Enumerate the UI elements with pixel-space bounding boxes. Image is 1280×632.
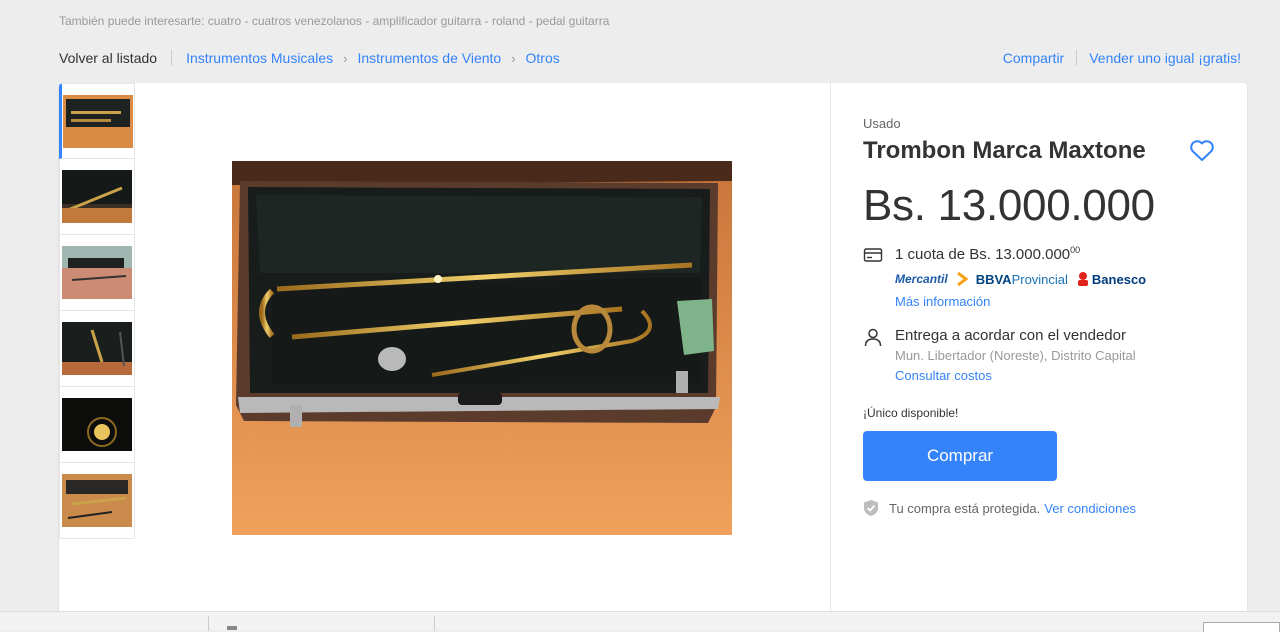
bar-indicator xyxy=(227,626,237,630)
back-to-listing-link[interactable]: Volver al listado xyxy=(59,50,157,66)
related-searches: También puede interesarte: cuatro - cuat… xyxy=(59,14,610,28)
shipping-costs-link[interactable]: Consultar costos xyxy=(895,368,992,383)
bbva-provincial-logo: BBVAProvincial xyxy=(975,271,1068,287)
buy-button[interactable]: Comprar xyxy=(863,431,1057,481)
more-info-link[interactable]: Más información xyxy=(895,294,990,309)
breadcrumb-item-instrumentos-musicales[interactable]: Instrumentos Musicales xyxy=(186,50,333,66)
stock-text: ¡Único disponible! xyxy=(863,406,959,420)
thumbnail-gallery xyxy=(59,83,135,539)
purchase-protection: Tu compra está protegida. Ver condicione… xyxy=(863,499,1136,517)
product-main-image[interactable] xyxy=(232,161,732,535)
thumbnail-image xyxy=(62,322,132,375)
bar-widget[interactable] xyxy=(1203,622,1280,632)
related-prefix: También puede interesarte: xyxy=(59,14,205,28)
related-item[interactable]: cuatro xyxy=(208,14,241,28)
condition-label: Usado xyxy=(863,116,901,131)
sell-similar-link[interactable]: Vender uno igual ¡gratis! xyxy=(1089,50,1241,66)
product-price: Bs. 13.000.000 xyxy=(863,181,1155,230)
view-conditions-link[interactable]: Ver condiciones xyxy=(1044,501,1136,516)
thumbnail-image xyxy=(62,170,132,223)
mercantil-arrow-icon xyxy=(956,272,968,286)
thumbnail-5[interactable] xyxy=(59,387,135,463)
thumbnail-image xyxy=(62,474,132,527)
credit-card-icon xyxy=(863,248,883,262)
thumbnail-1[interactable] xyxy=(59,83,135,159)
product-card: Usado Trombon Marca Maxtone Bs. 13.000.0… xyxy=(59,83,1247,623)
share-link[interactable]: Compartir xyxy=(1003,50,1064,66)
banesco-emblem-icon xyxy=(1077,272,1088,286)
person-icon xyxy=(864,328,882,347)
breadcrumb-item-otros[interactable]: Otros xyxy=(526,50,560,66)
related-item[interactable]: pedal guitarra xyxy=(536,14,609,28)
bar-divider xyxy=(208,616,209,631)
mercantil-logo: Mercantil xyxy=(895,272,948,286)
thumbnail-image xyxy=(62,398,132,451)
installments-text: 1 cuota de Bs. 13.000.00000 xyxy=(895,245,1081,263)
page-actions: Compartir Vender uno igual ¡gratis! xyxy=(1003,49,1241,67)
column-divider xyxy=(830,83,831,623)
actions-divider xyxy=(1076,50,1078,66)
breadcrumb: Volver al listado Instrumentos Musicales… xyxy=(59,49,560,67)
protection-text: Tu compra está protegida. xyxy=(889,500,1041,516)
chevron-right-icon: › xyxy=(511,50,516,66)
related-item[interactable]: amplificador guitarra xyxy=(373,14,482,28)
chevron-right-icon: › xyxy=(343,50,348,66)
related-item[interactable]: roland xyxy=(492,14,525,28)
delivery-row: Entrega a acordar con el vendedor xyxy=(863,327,1126,347)
browser-bottom-bar xyxy=(0,611,1280,632)
product-title: Trombon Marca Maxtone xyxy=(863,137,1146,164)
thumbnail-image xyxy=(62,246,132,299)
banesco-logo: Banesco xyxy=(1076,271,1146,287)
thumbnail-3[interactable] xyxy=(59,235,135,311)
bar-divider xyxy=(434,616,435,631)
trombone-case-photo xyxy=(232,161,732,535)
thumbnail-4[interactable] xyxy=(59,311,135,387)
thumbnail-6[interactable] xyxy=(59,463,135,539)
bank-logos: Mercantil BBVAProvincial Banesco xyxy=(895,270,1146,288)
related-item[interactable]: cuatros venezolanos xyxy=(252,14,362,28)
heart-icon[interactable] xyxy=(1189,139,1215,163)
shield-check-icon xyxy=(864,500,878,516)
seller-location: Mun. Libertador (Noreste), Distrito Capi… xyxy=(895,348,1136,363)
thumbnail-image xyxy=(63,94,133,148)
breadcrumb-item-instrumentos-de-viento[interactable]: Instrumentos de Viento xyxy=(357,50,501,66)
thumbnail-2[interactable] xyxy=(59,159,135,235)
breadcrumb-divider xyxy=(171,50,173,66)
installments-row: 1 cuota de Bs. 13.000.00000 xyxy=(863,245,1080,265)
delivery-title: Entrega a acordar con el vendedor xyxy=(895,327,1126,344)
